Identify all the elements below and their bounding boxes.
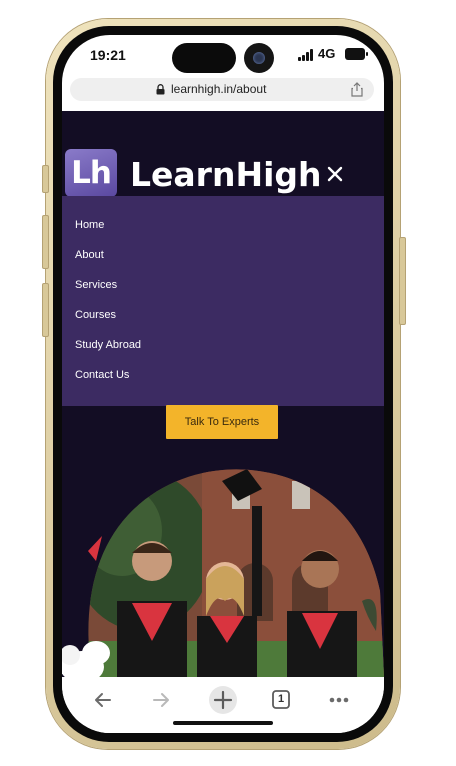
close-icon[interactable] (324, 163, 346, 185)
phone-volume-down-button (42, 283, 49, 337)
battery-icon (345, 48, 368, 60)
dynamic-island (172, 43, 236, 73)
hero-graduates-image (62, 469, 384, 677)
nav-item-courses[interactable]: Courses (75, 309, 116, 321)
more-options-icon[interactable] (326, 687, 352, 713)
status-time: 19:21 (90, 47, 126, 63)
home-indicator (173, 721, 273, 725)
phone-screen: 19:21 4G learnhigh.in/about Lh LearnHigh (62, 35, 384, 733)
phone-action-button (42, 165, 49, 193)
new-tab-plus-icon[interactable] (208, 685, 238, 715)
tabs-count-icon[interactable]: 1 (268, 687, 294, 713)
nav-item-home[interactable]: Home (75, 219, 104, 231)
lock-icon (156, 84, 165, 95)
back-arrow-icon[interactable] (90, 687, 116, 713)
address-bar[interactable]: learnhigh.in/about (70, 78, 374, 101)
logo-text: LearnHigh (130, 155, 322, 194)
tab-count-label: 1 (277, 693, 285, 705)
signal-strength-icon (298, 49, 316, 61)
url-text: learnhigh.in/about (171, 82, 267, 96)
share-icon[interactable] (350, 82, 364, 97)
website-viewport: Lh LearnHigh Home About Services Courses… (62, 111, 384, 677)
nav-item-about[interactable]: About (75, 249, 104, 261)
nav-item-study-abroad[interactable]: Study Abroad (75, 339, 141, 351)
network-type: 4G (318, 46, 336, 61)
phone-volume-up-button (42, 215, 49, 269)
nav-menu: Home About Services Courses Study Abroad… (62, 196, 384, 406)
talk-to-experts-button[interactable]: Talk To Experts (166, 405, 278, 439)
camera-icon (244, 43, 274, 73)
nav-item-contact-us[interactable]: Contact Us (75, 369, 129, 381)
logo-badge: Lh (65, 149, 117, 197)
phone-power-button (399, 237, 406, 325)
nav-item-services[interactable]: Services (75, 279, 117, 291)
forward-arrow-icon[interactable] (148, 687, 174, 713)
status-bar: 19:21 4G (62, 35, 384, 75)
